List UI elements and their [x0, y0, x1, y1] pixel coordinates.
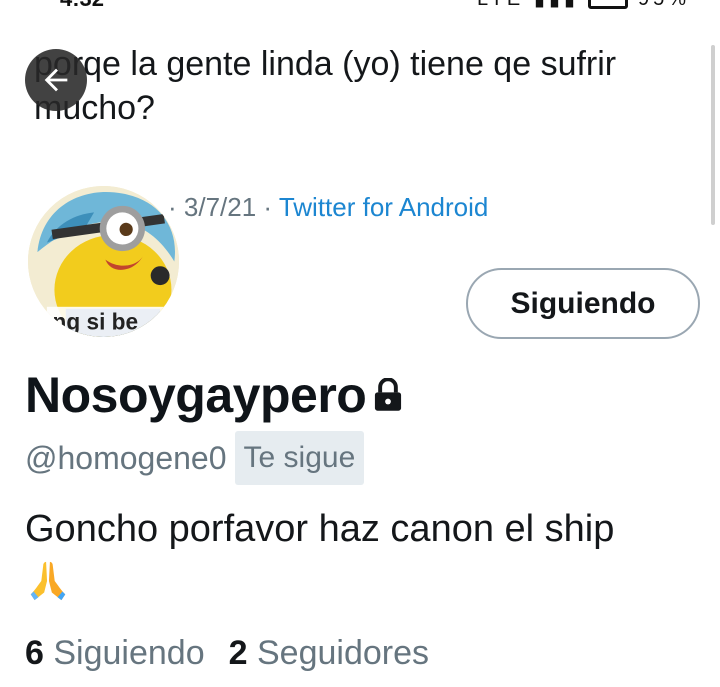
profile-bio: Goncho porfavor haz canon el ship — [25, 504, 705, 604]
following-stat[interactable]: 6 Siguiendo — [25, 634, 205, 672]
status-time: 4:32 — [60, 0, 104, 12]
following-label: Siguiendo — [53, 634, 205, 672]
scrollbar[interactable] — [711, 45, 715, 225]
tweet-date: · 3/7/21 · — [168, 192, 273, 222]
follows-you-badge: Te sigue — [234, 431, 365, 485]
battery-percent: 95% — [638, 0, 690, 10]
followers-count: 2 — [228, 634, 248, 672]
back-button[interactable] — [25, 49, 87, 111]
following-button[interactable]: Siguiendo — [466, 268, 700, 339]
followers-stat[interactable]: 2 Seguidores — [229, 634, 429, 672]
status-icons: LTE ▮▮▮ 95% — [477, 0, 690, 11]
tweet-source-link[interactable]: Twitter for Android — [279, 192, 489, 222]
avatar-image: ng si be — [28, 186, 179, 337]
profile-name-row: Nosoygaypero — [25, 366, 404, 424]
avatar-caption: ng si be — [53, 308, 139, 334]
arrow-left-icon — [44, 68, 68, 92]
following-count: 6 — [25, 634, 44, 672]
profile-handle: @homogene0 — [25, 439, 227, 476]
handle-row: @homogene0 Te sigue — [25, 431, 365, 485]
display-name: Nosoygaypero — [25, 367, 367, 423]
avatar[interactable]: ng si be — [25, 183, 182, 340]
followers-label: Seguidores — [257, 634, 430, 672]
lock-icon — [375, 378, 402, 411]
tweet-meta: · 3/7/21 · Twitter for Android — [168, 192, 488, 223]
bio-text: Goncho porfavor haz canon el ship — [25, 508, 615, 550]
signal-icon: ▮▮▮ — [534, 0, 579, 10]
network-indicator: LTE — [477, 0, 524, 10]
battery-icon — [588, 0, 629, 9]
folded-hands-icon — [30, 561, 66, 601]
tweet-text: porqe la gente linda (yo) tiene qe sufri… — [34, 45, 617, 127]
status-bar: 4:32 LTE ▮▮▮ 95% — [0, 0, 720, 11]
profile-stats: 6 Siguiendo 2 Seguidores — [25, 634, 429, 673]
